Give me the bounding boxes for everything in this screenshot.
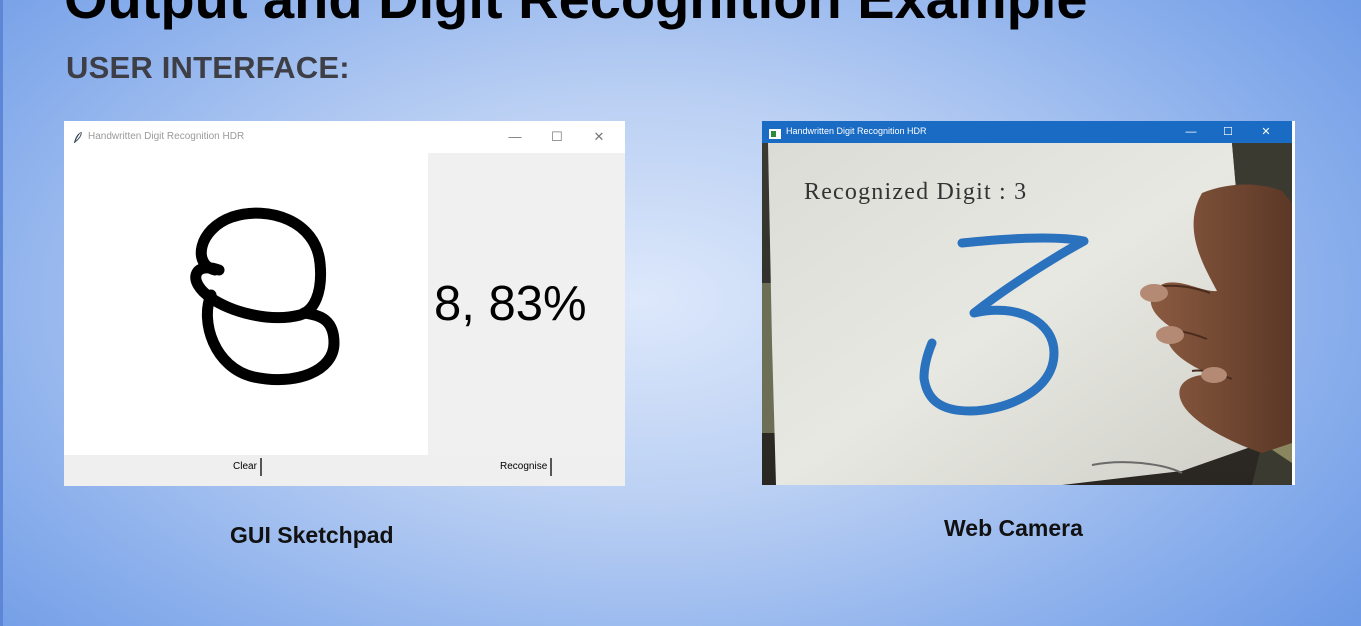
maximize-button[interactable]: ☐ — [1217, 123, 1239, 141]
close-button[interactable]: ✕ — [587, 128, 611, 146]
handwritten-eight-sketch — [190, 207, 340, 386]
recognized-digit-overlay: Recognized Digit : 3 — [804, 179, 1028, 205]
maximize-button[interactable]: ☐ — [545, 128, 569, 146]
recognise-button[interactable]: Recognise — [497, 458, 553, 476]
window-app-icon — [769, 126, 781, 139]
clear-button[interactable]: Clear — [230, 458, 262, 476]
window-titlebar[interactable]: Handwritten Digit Recognition HDR — ☐ ✕ — [762, 121, 1292, 143]
gui-sketchpad-caption: GUI Sketchpad — [230, 522, 394, 548]
gui-sketchpad-window: Handwritten Digit Recognition HDR — ☐ ✕ … — [64, 121, 625, 486]
minimize-button[interactable]: — — [1180, 123, 1202, 141]
close-button[interactable]: ✕ — [1255, 123, 1277, 141]
slide-top-title: Output and Digit Recognition Example — [64, 0, 1088, 31]
slide-left-edge — [0, 0, 3, 626]
window-title: Handwritten Digit Recognition HDR — [88, 131, 245, 142]
web-camera-caption: Web Camera — [944, 515, 1083, 541]
window-titlebar[interactable]: Handwritten Digit Recognition HDR — ☐ ✕ — [64, 121, 625, 153]
minimize-button[interactable]: — — [503, 128, 527, 146]
section-heading: USER INTERFACE: — [66, 50, 350, 85]
feather-icon — [73, 131, 83, 149]
prediction-result: 8, 83% — [434, 277, 587, 331]
web-camera-window: Handwritten Digit Recognition HDR — ☐ ✕ — [762, 121, 1295, 485]
window-title: Handwritten Digit Recognition HDR — [786, 126, 927, 136]
camera-feed: Recognized Digit : 3 — [762, 143, 1292, 485]
drawing-canvas[interactable] — [64, 153, 428, 455]
